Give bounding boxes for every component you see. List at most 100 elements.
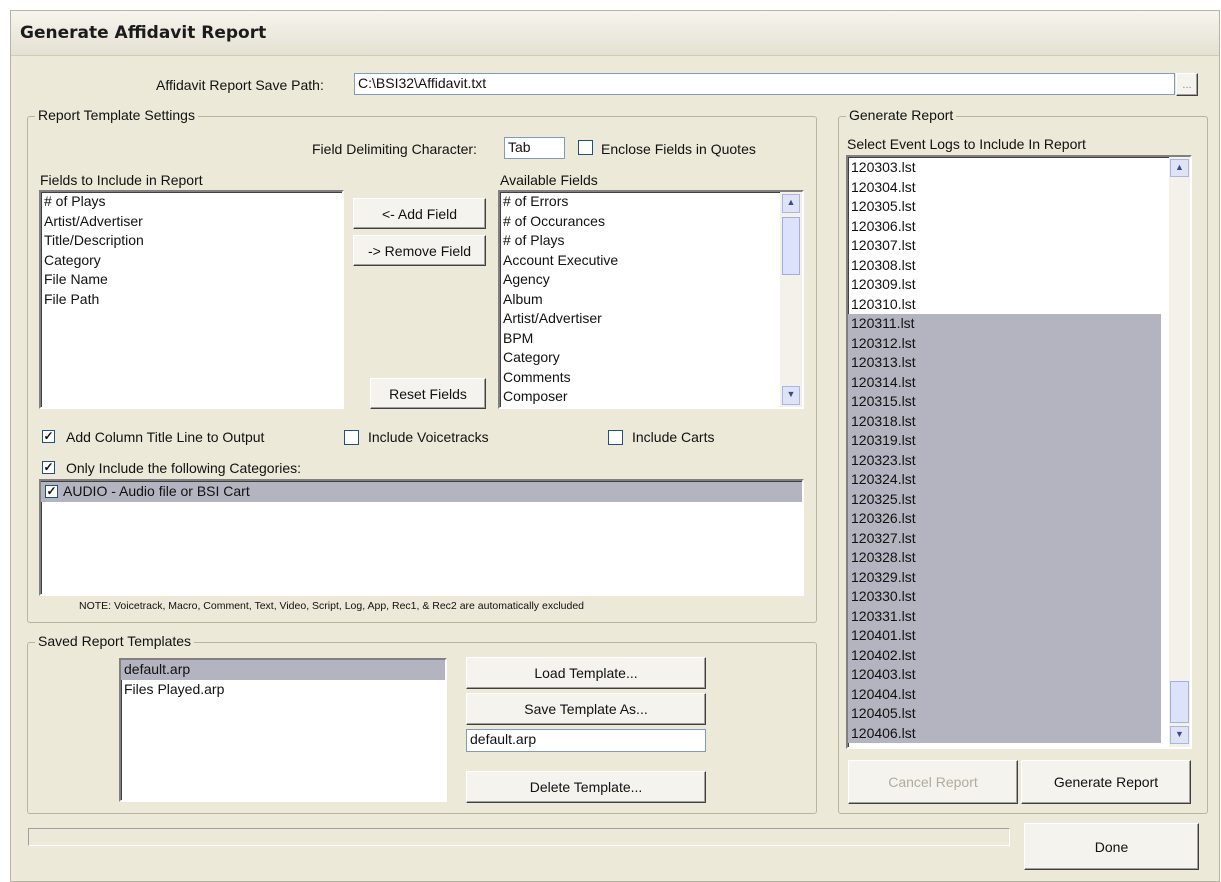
delete-template-button[interactable]: Delete Template... <box>466 771 706 803</box>
delimiter-field[interactable]: Tab <box>504 137 565 159</box>
available-field-item[interactable]: # of Plays <box>500 231 768 251</box>
done-button[interactable]: Done <box>1024 823 1199 870</box>
enclose-label: Enclose Fields in Quotes <box>601 141 756 157</box>
remove-field-button[interactable]: -> Remove Field <box>353 235 486 266</box>
available-field-item[interactable]: # of Occurances <box>500 212 768 232</box>
template-item[interactable]: default.arp <box>121 660 445 680</box>
available-field-item[interactable]: Agency <box>500 270 768 290</box>
event-log-item[interactable]: 120330.lst <box>848 587 1161 607</box>
scroll-down-icon[interactable]: ▼ <box>782 386 800 405</box>
event-log-item[interactable]: 120406.lst <box>848 723 1161 743</box>
saved-templates-list[interactable]: default.arp Files Played.arp <box>119 658 447 802</box>
title-bar: Generate Affidavit Report <box>11 11 1219 56</box>
event-log-item[interactable]: 120405.lst <box>848 704 1161 724</box>
field-item[interactable]: Category <box>41 251 342 271</box>
load-template-button[interactable]: Load Template... <box>466 657 706 689</box>
include-voicetracks-checkbox[interactable] <box>344 430 359 445</box>
event-log-item[interactable]: 120325.lst <box>848 489 1161 509</box>
generate-report-legend: Generate Report <box>846 107 957 123</box>
saved-templates-legend: Saved Report Templates <box>35 633 195 649</box>
field-item[interactable]: File Name <box>41 270 342 290</box>
event-log-item[interactable]: 120309.lst <box>848 275 1161 295</box>
event-log-item[interactable]: 120401.lst <box>848 626 1161 646</box>
event-log-item[interactable]: 120329.lst <box>848 567 1161 587</box>
fields-include-label: Fields to Include in Report <box>40 172 203 188</box>
add-column-title-label: Add Column Title Line to Output <box>66 429 265 445</box>
save-template-as-button[interactable]: Save Template As... <box>466 693 706 725</box>
event-log-item[interactable]: 120314.lst <box>848 372 1161 392</box>
logs-scroll-thumb[interactable] <box>1170 681 1189 723</box>
event-logs-list[interactable]: 120303.lst 120304.lst 120305.lst 120306.lst… <box>846 155 1192 749</box>
field-item[interactable]: Title/Description <box>41 231 342 251</box>
select-logs-label: Select Event Logs to Include In Report <box>847 136 1086 152</box>
window-title: Generate Affidavit Report <box>20 23 267 43</box>
fields-include-list[interactable]: # of Plays Artist/Advertiser Title/Descrip… <box>39 190 344 409</box>
browse-button[interactable]: ... <box>1176 73 1198 96</box>
available-field-item[interactable]: Composer <box>500 387 768 407</box>
logs-scroll-up-icon[interactable]: ▲ <box>1170 159 1189 177</box>
event-log-item[interactable]: 120323.lst <box>848 450 1161 470</box>
only-include-checkbox[interactable]: ✓ <box>42 461 55 474</box>
available-fields-label: Available Fields <box>500 172 598 188</box>
affidavit-dialog: Generate Affidavit Report Affidavit Repo… <box>10 10 1220 882</box>
event-log-item[interactable]: 120311.lst <box>848 314 1161 334</box>
logs-scrollbar[interactable]: ▲ ▼ <box>1169 157 1190 747</box>
available-field-item[interactable]: BPM <box>500 329 768 349</box>
event-log-item[interactable]: 120319.lst <box>848 431 1161 451</box>
available-field-item[interactable]: Artist/Advertiser <box>500 309 768 329</box>
add-field-button[interactable]: <- Add Field <box>353 198 486 229</box>
event-log-item[interactable]: 120328.lst <box>848 548 1161 568</box>
category-label: AUDIO - Audio file or BSI Cart <box>63 483 250 499</box>
available-field-item[interactable]: Category <box>500 348 768 368</box>
available-field-item[interactable]: Account Executive <box>500 251 768 271</box>
progress-bar <box>28 828 1010 846</box>
event-log-item[interactable]: 120305.lst <box>848 197 1161 217</box>
template-settings-legend: Report Template Settings <box>35 107 198 123</box>
available-fields-list[interactable]: # of Errors # of Occurances # of Plays Acco… <box>498 190 804 409</box>
event-log-item[interactable]: 120304.lst <box>848 178 1161 198</box>
event-log-item[interactable]: 120326.lst <box>848 509 1161 529</box>
audio-category-checkbox[interactable]: ✓ <box>45 485 58 498</box>
event-log-item[interactable]: 120315.lst <box>848 392 1161 412</box>
event-log-item[interactable]: 120331.lst <box>848 606 1161 626</box>
event-log-item[interactable]: 120402.lst <box>848 645 1161 665</box>
delimiter-label: Field Delimiting Character: <box>312 141 477 157</box>
scroll-thumb[interactable] <box>782 217 800 275</box>
save-path-label: Affidavit Report Save Path: <box>156 77 324 93</box>
save-path-field[interactable]: C:\BSI32\Affidavit.txt <box>354 73 1175 95</box>
event-log-item[interactable]: 120324.lst <box>848 470 1161 490</box>
reset-fields-button[interactable]: Reset Fields <box>370 378 486 409</box>
template-item[interactable]: Files Played.arp <box>121 680 445 700</box>
cancel-report-button[interactable]: Cancel Report <box>848 760 1018 804</box>
include-carts-label: Include Carts <box>632 429 715 445</box>
template-name-field[interactable]: default.arp <box>466 729 706 752</box>
event-log-item[interactable]: 120307.lst <box>848 236 1161 256</box>
scroll-up-icon[interactable]: ▲ <box>782 194 800 213</box>
event-log-item[interactable]: 120303.lst <box>848 158 1161 178</box>
event-log-item[interactable]: 120404.lst <box>848 684 1161 704</box>
event-log-item[interactable]: 120327.lst <box>848 528 1161 548</box>
include-carts-checkbox[interactable] <box>608 430 623 445</box>
event-log-item[interactable]: 120310.lst <box>848 295 1161 315</box>
available-field-item[interactable]: Comments <box>500 368 768 388</box>
available-field-item[interactable]: Album <box>500 290 768 310</box>
logs-scroll-down-icon[interactable]: ▼ <box>1170 726 1189 744</box>
field-item[interactable]: # of Plays <box>41 192 342 212</box>
generate-report-button[interactable]: Generate Report <box>1021 760 1191 804</box>
category-item[interactable]: ✓ AUDIO - Audio file or BSI Cart <box>41 482 802 502</box>
only-include-label: Only Include the following Categories: <box>66 460 302 476</box>
available-field-item[interactable]: # of Errors <box>500 192 768 212</box>
event-log-item[interactable]: 120403.lst <box>848 665 1161 685</box>
available-scrollbar[interactable]: ▲ ▼ <box>780 192 802 407</box>
event-log-item[interactable]: 120308.lst <box>848 256 1161 276</box>
event-log-item[interactable]: 120312.lst <box>848 333 1161 353</box>
event-log-item[interactable]: 120318.lst <box>848 411 1161 431</box>
event-log-item[interactable]: 120306.lst <box>848 217 1161 237</box>
add-column-title-checkbox[interactable]: ✓ <box>42 430 55 443</box>
enclose-checkbox[interactable] <box>578 140 593 155</box>
field-item[interactable]: File Path <box>41 290 342 310</box>
field-item[interactable]: Artist/Advertiser <box>41 212 342 232</box>
event-log-item[interactable]: 120313.lst <box>848 353 1161 373</box>
excluded-note: NOTE: Voicetrack, Macro, Comment, Text, … <box>79 600 585 612</box>
categories-list[interactable]: ✓ AUDIO - Audio file or BSI Cart <box>39 479 804 596</box>
